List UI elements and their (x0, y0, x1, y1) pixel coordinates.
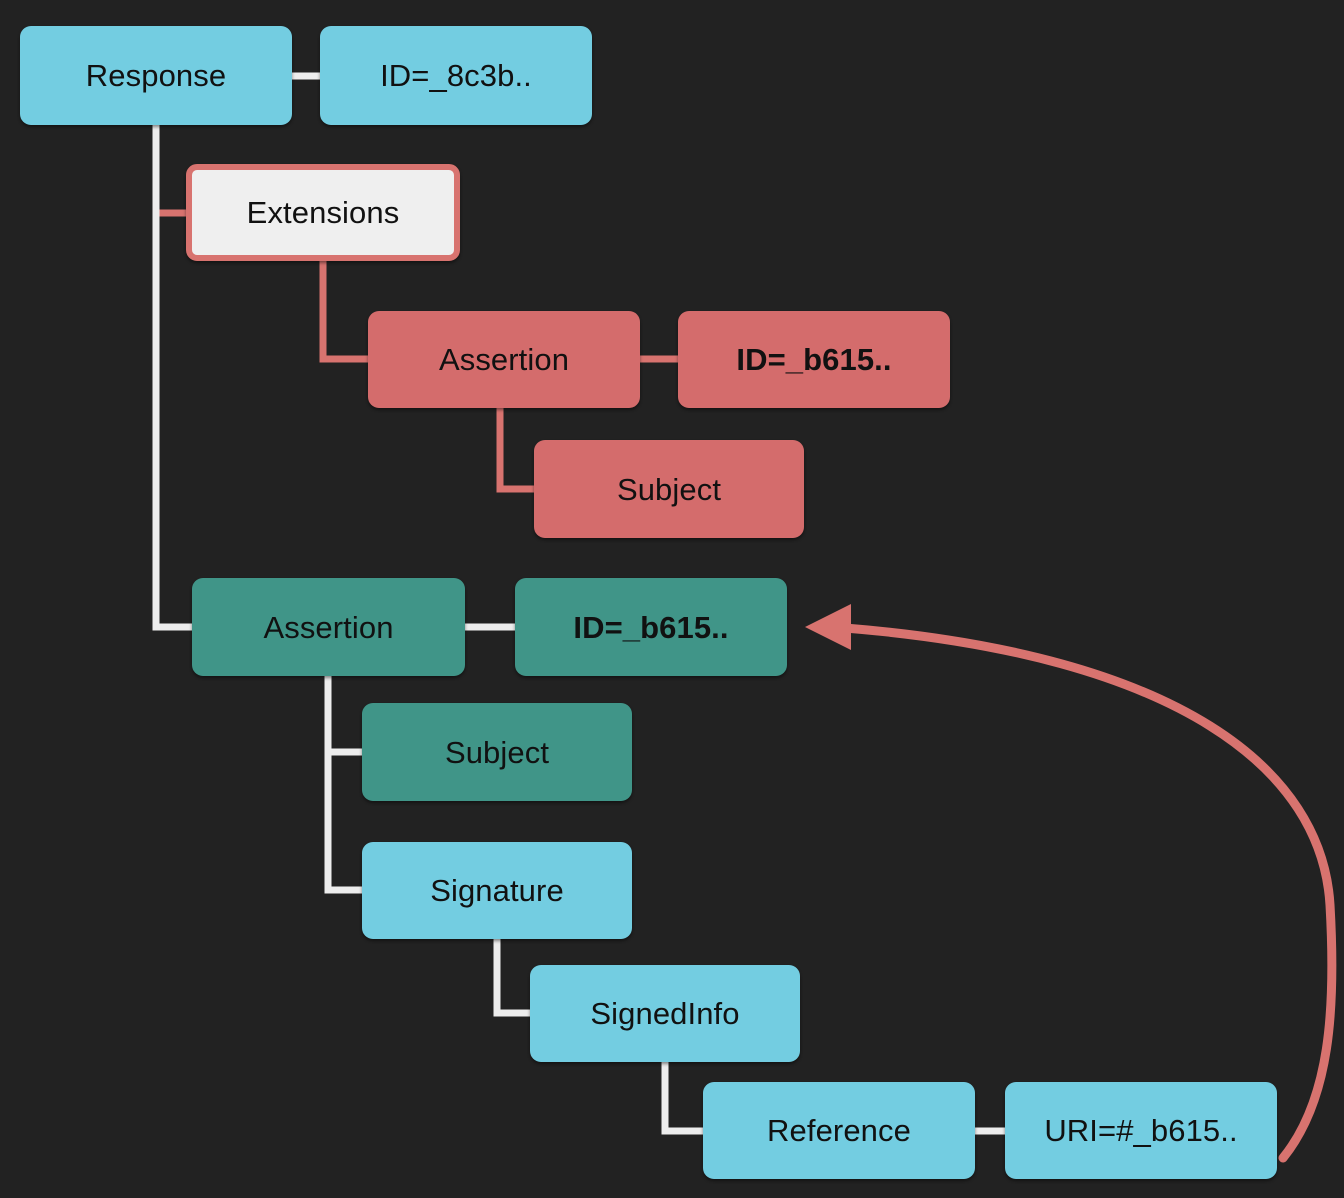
edge-assertion-red-to-subject-red (496, 408, 534, 493)
node-subject-red-label: Subject (616, 471, 722, 507)
node-response-id[interactable]: ID=_8c3b.. (320, 26, 592, 125)
edge-assertion-teal-to-signature (324, 676, 362, 894)
node-signature-label: Signature (430, 873, 564, 908)
node-signedinfo-label: SignedInfo (590, 996, 740, 1031)
node-extensions-label: Extensions (246, 195, 400, 230)
node-assertion-red-id[interactable]: ID=_b615.. (678, 311, 950, 408)
node-response-id-label: ID=_8c3b.. (380, 58, 532, 93)
edge-assertion-teal-to-subject-teal (324, 676, 362, 756)
node-signedinfo[interactable]: SignedInfo (530, 965, 800, 1062)
node-subject-red[interactable]: Subject (534, 440, 804, 538)
node-subject-teal[interactable]: Subject (362, 703, 632, 801)
node-reference[interactable]: Reference (703, 1082, 975, 1179)
node-assertion-teal-label: Assertion (263, 609, 394, 645)
edge-extensions-to-assertion-red (319, 261, 368, 363)
node-assertion-teal[interactable]: Assertion (192, 578, 465, 676)
diagram-canvas: Response ID=_8c3b.. Extensions Assertion… (0, 0, 1344, 1198)
node-assertion-teal-id-label: ID=_b615.. (573, 609, 729, 645)
edge-signedinfo-to-reference (661, 1062, 703, 1135)
node-signature[interactable]: Signature (362, 842, 632, 939)
edge-signature-to-signedinfo (493, 939, 530, 1017)
node-reference-label: Reference (767, 1113, 911, 1148)
node-subject-teal-label: Subject (444, 734, 550, 770)
node-extensions[interactable]: Extensions (186, 164, 460, 261)
node-assertion-red-id-label: ID=_b615.. (736, 342, 892, 377)
node-assertion-red[interactable]: Assertion (368, 311, 640, 408)
node-uri[interactable]: URI=#_b615.. (1005, 1082, 1277, 1179)
node-assertion-teal-id[interactable]: ID=_b615.. (515, 578, 787, 676)
arrowhead-icon (805, 604, 851, 650)
node-assertion-red-label: Assertion (438, 342, 570, 377)
edge-uri-to-assertion-teal-id-curve (840, 623, 1337, 1163)
node-response-label: Response (85, 58, 227, 93)
node-uri-label: URI=#_b615.. (1044, 1113, 1238, 1148)
node-response[interactable]: Response (20, 26, 292, 125)
edge-response-to-extensions (152, 125, 186, 217)
